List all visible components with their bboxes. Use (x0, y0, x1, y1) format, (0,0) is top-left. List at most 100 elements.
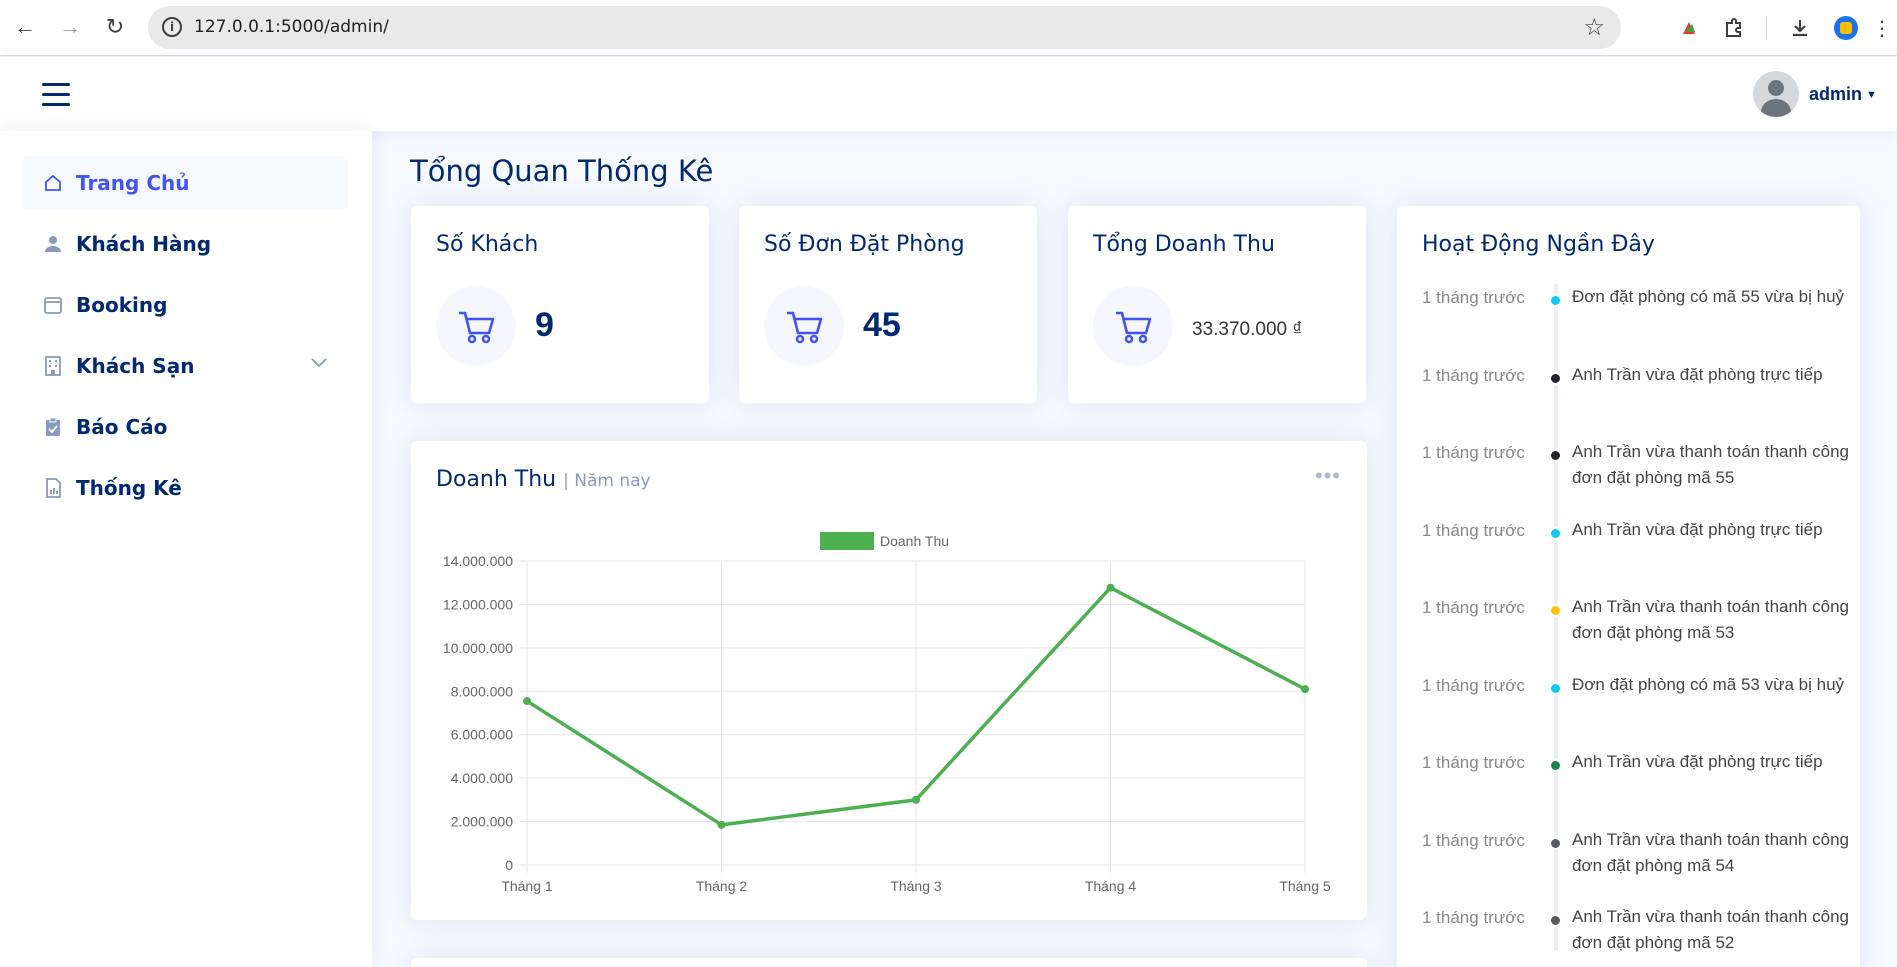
revenue-chart-card: Doanh Thu | Năm nay ••• 0 2.000.000 4.000.… (411, 441, 1367, 920)
stat-card-title: Số Khách (436, 232, 539, 257)
browser-menu-icon[interactable]: ⋮ (1866, 12, 1897, 44)
page-title: Tổng Quan Thống Kê (410, 154, 714, 188)
cart-icon (436, 286, 516, 366)
sidebar-item-label: Báo Cáo (76, 415, 168, 439)
recent-activity-card: Hoạt Động Ngần Đây 1 tháng trước Đơn đặt … (1397, 206, 1860, 967)
clipboard-icon (42, 416, 64, 438)
browser-toolbar: ← → ↻ i 127.0.0.1:5000/admin/ ☆ ⋮ (0, 0, 1897, 56)
activity-text: Anh Trần vừa thanh toán thanh công đơn đ… (1572, 442, 1849, 487)
x-tick-label: Tháng 1 (501, 878, 553, 894)
activity-time: 1 tháng trước (1422, 598, 1525, 617)
sidebar-item-hotels[interactable]: Khách Sạn (22, 339, 348, 393)
x-tick-label: Tháng 3 (890, 878, 942, 894)
data-point (523, 697, 531, 706)
menu-toggle-icon[interactable] (42, 83, 70, 106)
x-tick-label: Tháng 4 (1085, 878, 1137, 894)
url-text: 127.0.0.1:5000/admin/ (194, 17, 389, 37)
activity-text: Anh Trần vừa thanh toán thanh công đơn đ… (1572, 907, 1849, 952)
chevron-down-icon[interactable] (310, 355, 328, 373)
forward-icon[interactable]: → (55, 12, 85, 42)
home-icon (42, 172, 64, 194)
sidebar-item-label: Khách Hàng (76, 232, 212, 256)
sidebar-item-customers[interactable]: Khách Hàng (22, 217, 348, 271)
person-icon (42, 233, 64, 255)
activity-time: 1 tháng trước (1422, 365, 1525, 385)
sidebar: Trang Chủ Khách Hàng Booking Khách Sạn B… (0, 131, 372, 967)
back-icon[interactable]: ← (10, 12, 40, 42)
caret-down-icon[interactable]: ▼ (1866, 89, 1877, 101)
stat-value: 45 (863, 306, 901, 344)
extensions-puzzle-icon[interactable] (1718, 12, 1750, 44)
legend-label: Doanh Thu (880, 533, 949, 549)
stat-card-customers: Số Khách 9 (411, 206, 709, 403)
extension-color-icon[interactable] (1673, 12, 1705, 44)
activity-time: 1 tháng trước (1422, 830, 1525, 850)
y-tick-label: 6.000.000 (451, 727, 513, 743)
activity-text: Anh Trần vừa đặt phòng trực tiếp (1572, 364, 1823, 384)
y-tick-label: 8.000.000 (451, 683, 513, 699)
activity-text: Anh Trần vừa thanh toán thanh công đơn đ… (1572, 597, 1849, 642)
activity-title: Hoạt Động Ngần Đây (1422, 232, 1655, 257)
sidebar-item-label: Khách Sạn (76, 354, 195, 378)
data-point (717, 820, 726, 829)
data-point (912, 795, 920, 804)
profile-avatar-icon[interactable] (1830, 12, 1862, 44)
sidebar-item-reports[interactable]: Báo Cáo (22, 400, 348, 454)
sidebar-item-statistics[interactable]: Thống Kê (22, 461, 348, 515)
activity-dot-icon (1549, 604, 1562, 617)
sidebar-item-home[interactable]: Trang Chủ (22, 156, 348, 210)
toolbar-divider (1766, 16, 1767, 40)
site-info-icon[interactable]: i (162, 17, 182, 37)
y-tick-label: 10.000.000 (443, 640, 513, 656)
calendar-icon (42, 294, 64, 316)
activity-time: 1 tháng trước (1422, 288, 1525, 307)
report-icon (42, 477, 64, 499)
activity-dot-icon (1549, 294, 1562, 307)
x-tick-label: Tháng 2 (696, 878, 748, 894)
data-point (1106, 583, 1115, 592)
address-bar[interactable]: i 127.0.0.1:5000/admin/ ☆ (148, 6, 1621, 49)
x-tick-label: Tháng 5 (1279, 878, 1331, 894)
activity-text: Anh Trần vừa đặt phòng trực tiếp (1572, 752, 1823, 771)
stat-card-bookings: Số Đơn Đặt Phòng 45 (739, 206, 1037, 403)
cart-icon (1093, 286, 1173, 366)
building-icon (42, 355, 64, 377)
y-tick-label: 12.000.000 (443, 596, 513, 612)
activity-text: Anh Trần vừa thanh toán thanh công đơn đ… (1572, 829, 1849, 875)
download-icon[interactable] (1784, 12, 1816, 44)
sidebar-item-label: Thống Kê (76, 476, 182, 500)
avatar[interactable] (1753, 71, 1799, 117)
activity-dot-icon (1549, 526, 1562, 540)
stat-value: 9 (535, 306, 554, 344)
activity-text: Anh Trần vừa đặt phòng trực tiếp (1572, 519, 1823, 539)
activity-dot-icon (1549, 449, 1562, 462)
activity-dot-icon (1549, 681, 1562, 695)
bookmark-star-icon[interactable]: ☆ (1583, 13, 1605, 42)
activity-time: 1 tháng trước (1422, 675, 1525, 695)
revenue-line-chart: 0 2.000.000 4.000.000 6.000.000 8.000.000 10.… (443, 532, 1331, 894)
app-header: admin ▼ (0, 57, 1897, 131)
stat-card-revenue: Tổng Doanh Thu 33.370.000 ₫ (1068, 206, 1366, 403)
user-name[interactable]: admin (1809, 84, 1862, 105)
y-tick-label: 4.000.000 (451, 770, 513, 786)
activity-dot-icon (1549, 836, 1562, 850)
sidebar-item-booking[interactable]: Booking (22, 278, 348, 332)
data-point (1301, 685, 1309, 694)
activity-time: 1 tháng trước (1422, 753, 1525, 772)
activity-dot-icon (1549, 914, 1562, 927)
y-tick-label: 14.000.000 (443, 553, 513, 569)
activity-time: 1 tháng trước (1422, 520, 1525, 540)
activity-time: 1 tháng trước (1422, 443, 1525, 462)
reload-icon[interactable]: ↻ (100, 12, 130, 42)
stat-value: 33.370.000 ₫ (1192, 319, 1303, 340)
activity-time: 1 tháng trước (1422, 908, 1525, 927)
activity-text: Đơn đặt phòng có mã 53 vừa bị huỷ (1572, 674, 1845, 694)
stat-card-title: Số Đơn Đặt Phòng (764, 232, 965, 257)
legend-swatch (820, 532, 874, 550)
activity-text: Đơn đặt phòng có mã 55 vừa bị huỷ (1572, 287, 1845, 306)
activity-dot-icon (1549, 759, 1562, 772)
stat-card-title: Tổng Doanh Thu (1093, 232, 1275, 257)
bottom-card (411, 958, 1367, 967)
cart-icon (764, 286, 844, 366)
sidebar-item-label: Trang Chủ (76, 171, 190, 195)
